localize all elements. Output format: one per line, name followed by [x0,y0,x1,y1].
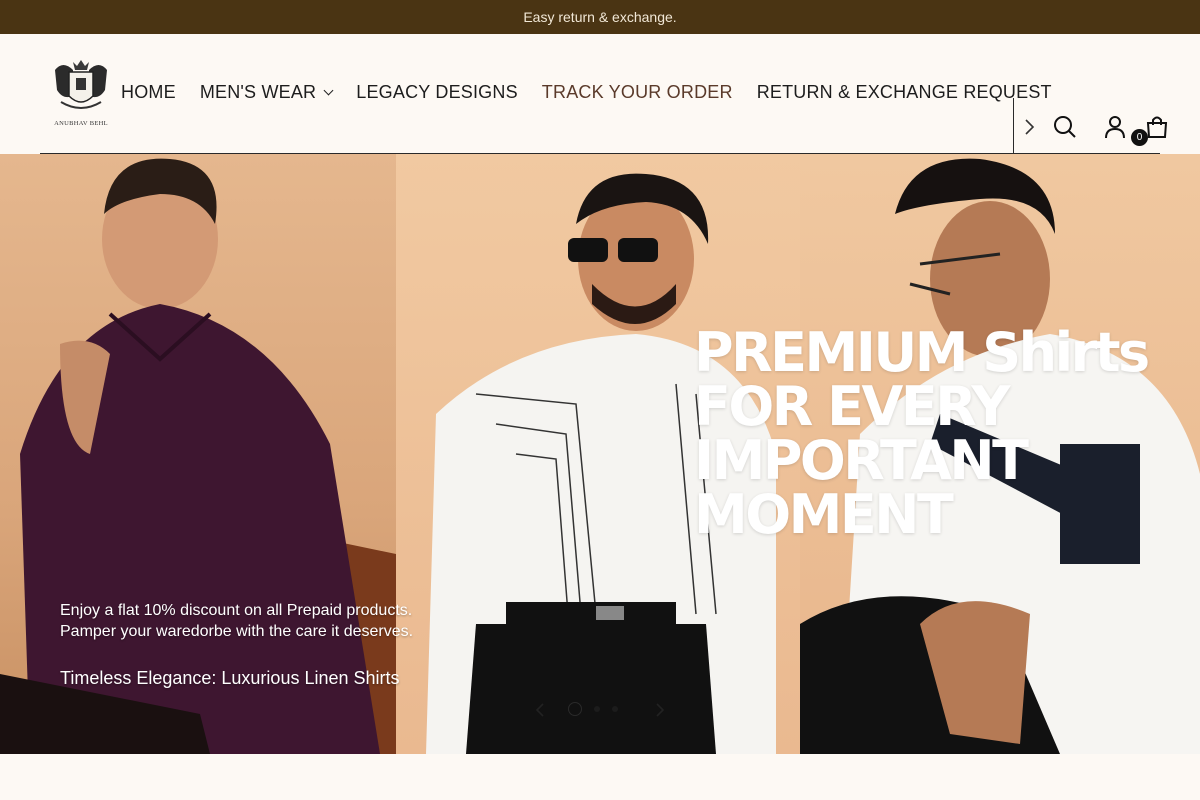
cart-count-badge: 0 [1131,129,1148,146]
announcement-text: Easy return & exchange. [523,9,677,25]
brand-logo[interactable]: ANUBHAV BEHL [50,56,112,130]
nav-item-mens-wear[interactable]: MEN'S WEAR [199,82,334,103]
hero-image-purple-shirt [0,154,396,754]
bag-icon [1146,116,1168,138]
hero-subtitle: Timeless Elegance: Luxurious Linen Shirt… [60,668,400,688]
nav-item-return-exchange[interactable]: RETURN & EXCHANGE REQUEST [757,82,1052,103]
chevron-right-icon [656,703,665,717]
slider-dots [568,702,618,716]
chevron-down-icon [323,85,334,96]
slider-next-button[interactable] [650,700,670,720]
slider-dot-2[interactable] [594,706,600,712]
headline-line: MOMENT [694,483,954,546]
main-nav: HOME MEN'S WEAR LEGACY DESIGNS TRACK YOU… [121,82,1052,103]
account-button[interactable] [1102,114,1128,140]
nav-item-home[interactable]: HOME [121,82,176,103]
nav-divider [1013,98,1014,158]
nav-label: RETURN & EXCHANGE REQUEST [756,82,1052,102]
nav-next-button[interactable] [1020,118,1038,136]
search-icon [1054,116,1076,138]
nav-label: HOME [121,82,176,102]
announcement-bar: Easy return & exchange. [0,0,1200,34]
hero-promo-text: Enjoy a flat 10% discount on all Prepaid… [60,600,413,642]
headline-line: FOR EVERY [694,375,1010,438]
model-illustration [0,158,396,754]
search-button[interactable] [1052,114,1078,140]
promo-line-2: Pamper your waredorbe with the care it d… [60,623,414,640]
slider-dot-3[interactable] [612,706,618,712]
hero-headline: PREMIUM Shirts FOR EVERY IMPORTANT MOMEN… [694,321,1150,546]
chevron-right-icon [1025,119,1035,135]
slider-prev-button[interactable] [530,700,550,720]
nav-item-track-order[interactable]: TRACK YOUR ORDER [542,82,733,103]
nav-label: MEN'S WEAR [199,82,317,102]
promo-line-1: Enjoy a flat 10% discount on all Prepaid… [60,602,413,619]
user-icon [1105,116,1125,139]
headline-line: IMPORTANT [694,429,1029,492]
site-header: ANUBHAV BEHL HOME MEN'S WEAR LEGACY DESI… [0,34,1200,158]
chevron-left-icon [535,703,544,717]
hero-slider[interactable]: PREMIUM Shirts FOR EVERY IMPORTANT MOMEN… [0,154,1200,754]
nav-item-legacy-designs[interactable]: LEGACY DESIGNS [356,82,518,103]
crest-icon [55,60,107,109]
headline-line: PREMIUM Shirts [694,321,1150,384]
slider-dot-1[interactable] [568,702,582,716]
nav-label: LEGACY DESIGNS [356,82,518,102]
nav-label: TRACK YOUR ORDER [541,82,733,102]
logo-text: ANUBHAV BEHL [54,120,108,127]
